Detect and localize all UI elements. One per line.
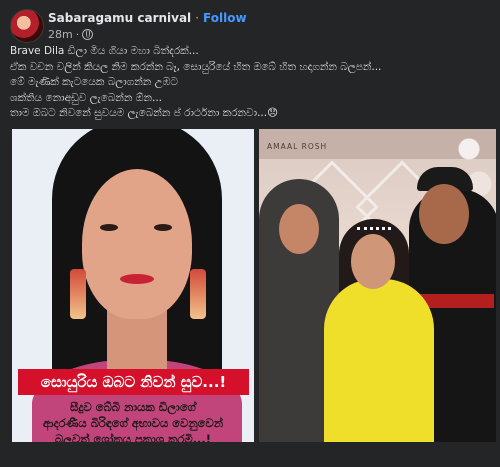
post-text-line: ශක්තිය නොඅඩුව ලැබෙන්න ඕන... bbox=[10, 91, 495, 107]
post-author-line: Sabaragamu carnival · Follow bbox=[48, 11, 247, 25]
page-avatar[interactable] bbox=[10, 9, 44, 43]
condolence-message: සීදුව බේබි නායක ඩිලාගේ ආදරණීය බිරිඳගේ අභ… bbox=[12, 399, 254, 442]
post-text-line: මේ මැණික් කැටයෙක බලාගන්න උඹට bbox=[10, 75, 495, 91]
post-card: Sabaragamu carnival · Follow 28m · Brave D… bbox=[0, 0, 500, 467]
post-header: Sabaragamu carnival · Follow 28m · bbox=[10, 8, 490, 42]
photo-girl-tiara bbox=[357, 217, 391, 230]
separator-dot: · bbox=[195, 11, 199, 25]
photo-earring-shape bbox=[190, 269, 206, 319]
post-timestamp[interactable]: 28m bbox=[48, 28, 73, 41]
condolence-line: ආදරණීය බිරිඳගේ අභාවය වෙනුවෙන් bbox=[12, 415, 254, 431]
photo-lips-shape bbox=[120, 274, 154, 284]
photo-eye-shape bbox=[100, 224, 118, 231]
page-name-link[interactable]: Sabaragamu carnival bbox=[48, 11, 191, 25]
globe-icon bbox=[82, 29, 93, 40]
photo-eye-shape bbox=[154, 224, 172, 231]
post-text-line: ඒක වචන වලින් කියල නිම කරන්න බෑ, සොයුරියේ… bbox=[10, 60, 495, 76]
photo-earring-shape bbox=[70, 269, 86, 319]
condolence-headline: සොයුරිය ඔබට නිවන් සුව...! bbox=[18, 369, 249, 395]
photo-man-face bbox=[419, 184, 469, 244]
post-photo-left[interactable]: සොයුරිය ඔබට නිවන් සුව...! සීදුව බේබි නාය… bbox=[12, 129, 254, 442]
post-photo-right[interactable]: AMAAL ROSH bbox=[259, 129, 496, 442]
post-text-line: Brave Dila ඩිලා මිය ගියා මහා බිත්දරක්... bbox=[10, 44, 495, 60]
condolence-line: සීදුව බේබි නායක ඩිලාගේ bbox=[12, 399, 254, 415]
post-meta: 28m · bbox=[48, 28, 93, 41]
post-text-line: තාම ඔබට නිවනේ සුවයම ලැබෙන්න ප් රාර්ථනා ක… bbox=[10, 106, 495, 122]
photo-woman-face bbox=[279, 204, 319, 254]
photo-girl-face bbox=[351, 234, 395, 289]
photo-face-shape bbox=[82, 169, 192, 319]
photo-girl-dress bbox=[324, 279, 434, 442]
photo-banner-text: AMAAL ROSH bbox=[267, 142, 327, 151]
condolence-line: බලවත් ශෝකය පකාශ කරමි...! bbox=[12, 431, 254, 442]
post-text: Brave Dila ඩිලා මිය ගියා මහා බිත්දරක්...… bbox=[10, 44, 495, 122]
follow-button[interactable]: Follow bbox=[203, 11, 247, 25]
